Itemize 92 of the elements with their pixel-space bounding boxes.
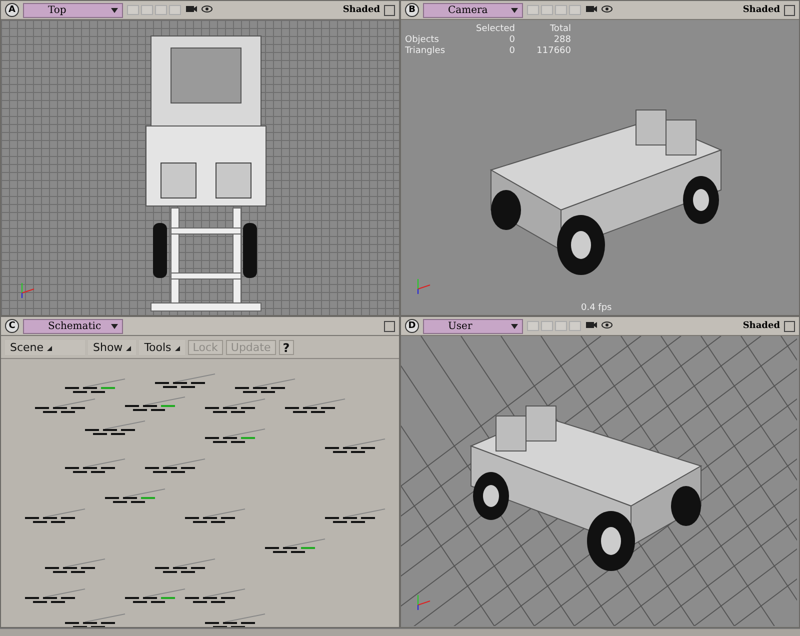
shading-mode-menu[interactable]: Shaded <box>742 5 780 15</box>
connector-line <box>304 398 346 408</box>
shading-mode-menu[interactable]: Shaded <box>742 321 780 331</box>
stats-value: 117660 <box>536 46 571 56</box>
schematic-node-group[interactable] <box>25 517 75 523</box>
schematic-node-group[interactable] <box>185 597 235 603</box>
connector-line <box>254 378 296 388</box>
stats-value: 0 <box>508 35 515 45</box>
schematic-node-group[interactable] <box>265 547 315 553</box>
toolbar-menu[interactable]: Scene <box>5 340 85 354</box>
camera-icon[interactable] <box>185 5 197 15</box>
schematic-node-group[interactable] <box>125 597 175 603</box>
connector-line <box>344 508 386 518</box>
connector-line <box>54 398 96 408</box>
connector-line <box>84 378 126 388</box>
stats-label: Triangles <box>405 46 446 56</box>
connector-line <box>284 538 326 548</box>
connector-line <box>104 420 146 430</box>
connector-line <box>144 588 186 598</box>
connector-line <box>124 488 166 498</box>
connector-line <box>224 614 266 622</box>
schematic-node-group[interactable] <box>325 447 375 453</box>
connector-line <box>344 438 386 448</box>
schematic-node-group[interactable] <box>205 437 255 443</box>
viewport-letter[interactable]: A <box>5 3 19 17</box>
dropdown-arrow-icon <box>111 8 118 12</box>
stats-header: Total <box>548 24 571 34</box>
stats-header: Selected <box>474 24 515 34</box>
view-menu[interactable]: Camera <box>423 2 523 18</box>
submenu-corner-icon <box>47 346 52 350</box>
schematic-node-group[interactable] <box>325 517 375 523</box>
connector-line <box>84 458 126 468</box>
connector-line <box>204 588 246 598</box>
eye-icon[interactable] <box>601 321 613 331</box>
viewport-letter[interactable]: D <box>405 319 419 333</box>
schematic-node-group[interactable] <box>285 407 335 413</box>
maximize-icon[interactable] <box>384 320 395 332</box>
schematic-node-group[interactable] <box>85 429 135 435</box>
viewport-letter[interactable]: C <box>5 319 19 333</box>
camera-icon[interactable] <box>585 5 597 15</box>
dropdown-arrow-icon <box>511 324 518 328</box>
viewport-letter[interactable]: B <box>405 3 419 17</box>
stats-label: Objects <box>405 35 440 45</box>
eye-icon[interactable] <box>601 5 613 15</box>
toolbar-menu[interactable]: Show <box>88 340 136 354</box>
eye-icon[interactable] <box>201 5 213 15</box>
submenu-corner-icon <box>174 346 180 350</box>
schematic-node-group[interactable] <box>65 622 115 627</box>
connector-line <box>204 508 246 518</box>
connector-line <box>164 458 206 468</box>
camera-icon[interactable] <box>585 321 597 331</box>
schematic-node-group[interactable] <box>205 622 255 627</box>
connector-line <box>224 428 266 438</box>
connector-line <box>84 614 126 622</box>
view-menu[interactable]: User <box>423 318 523 334</box>
view-menu[interactable]: Top <box>23 2 123 18</box>
connector-line <box>44 588 86 598</box>
maximize-icon[interactable] <box>784 4 795 16</box>
connector-line <box>174 558 216 568</box>
dropdown-arrow-icon <box>111 324 118 328</box>
schematic-node-group[interactable] <box>145 467 195 473</box>
layer-toggles-icon[interactable] <box>527 5 581 15</box>
connector-line <box>44 508 86 518</box>
schematic-node-group[interactable] <box>125 405 175 411</box>
dropdown-arrow-icon <box>511 8 518 12</box>
schematic-node-group[interactable] <box>65 467 115 473</box>
connector-line <box>144 396 186 406</box>
fps-readout: 0.4 fps <box>581 303 612 313</box>
submenu-corner-icon <box>126 346 132 350</box>
schematic-node-group[interactable] <box>205 407 255 413</box>
layer-toggles-icon[interactable] <box>127 5 181 15</box>
connector-line <box>174 374 216 382</box>
toolbar-menu[interactable]: Tools <box>139 340 185 354</box>
stats-value: 0 <box>508 46 515 56</box>
help-button[interactable]: ? <box>278 340 294 354</box>
schematic-node-group[interactable] <box>235 387 285 393</box>
maximize-icon[interactable] <box>784 320 795 332</box>
stats-value: 288 <box>552 35 571 45</box>
schematic-node-group[interactable] <box>45 567 95 573</box>
schematic-node-group[interactable] <box>25 597 75 603</box>
schematic-node-group[interactable] <box>185 517 235 523</box>
shading-mode-menu[interactable]: Shaded <box>342 5 380 15</box>
layer-toggles-icon[interactable] <box>527 321 581 331</box>
schematic-node-group[interactable] <box>65 387 115 393</box>
view-menu[interactable]: Schematic <box>23 318 123 334</box>
maximize-icon[interactable] <box>384 4 395 16</box>
schematic-node-group[interactable] <box>155 567 205 573</box>
connector-line <box>224 398 266 408</box>
schematic-node-group[interactable] <box>105 497 155 503</box>
schematic-node-group[interactable] <box>35 407 85 413</box>
schematic-node-group[interactable] <box>155 382 205 388</box>
connector-line <box>64 558 106 568</box>
